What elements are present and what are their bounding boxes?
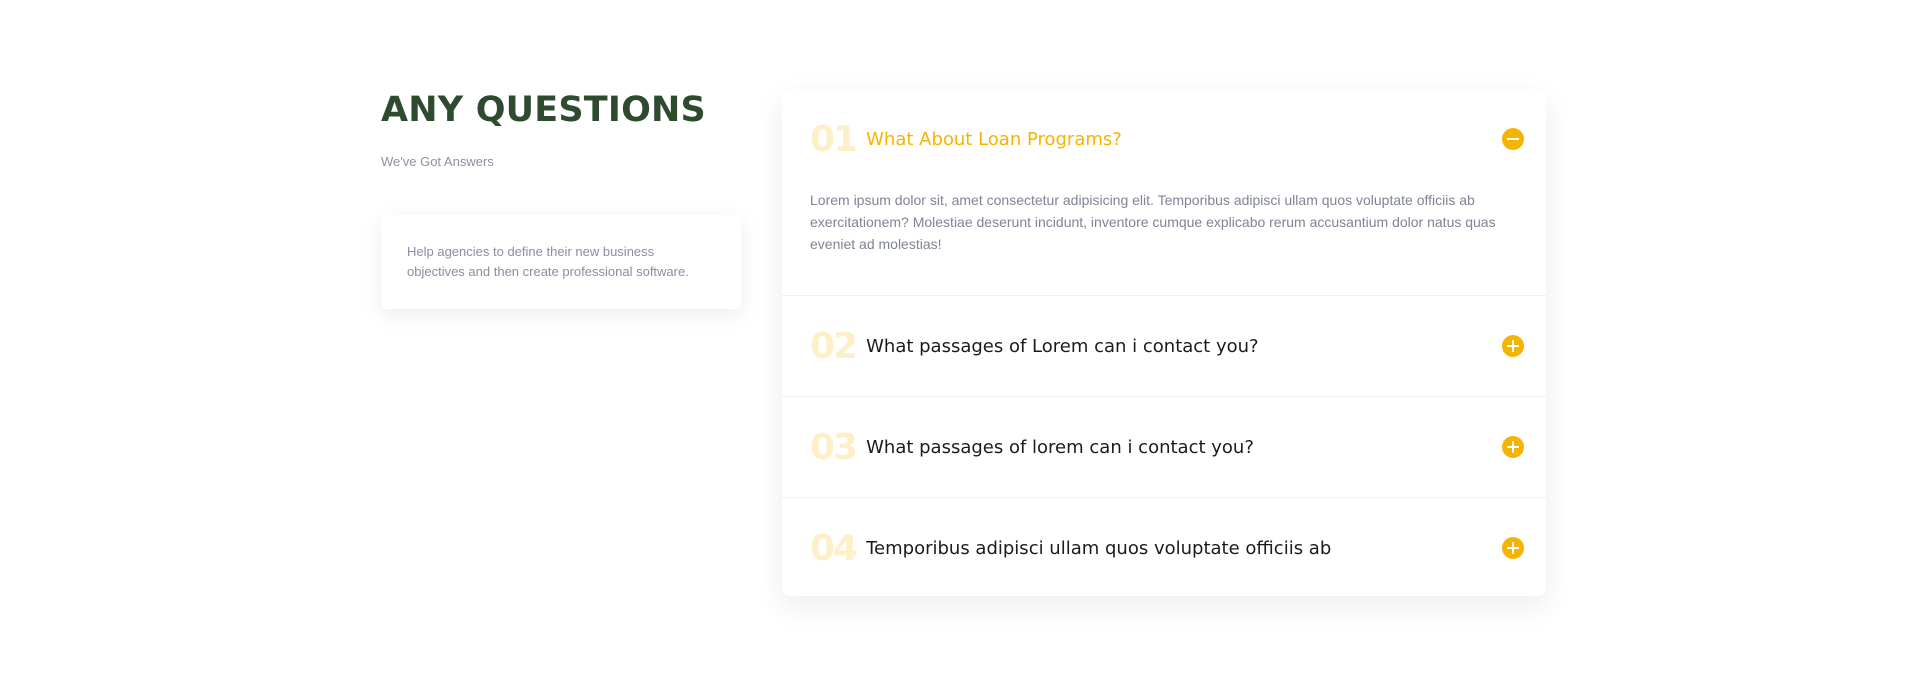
faq-number-2: 02 xyxy=(810,325,858,367)
minus-circle-icon[interactable] xyxy=(1502,128,1524,150)
faq-question-3: What passages of lorem can i contact you… xyxy=(866,436,1254,458)
faq-item-1: 01 What About Loan Programs? Lorem ipsum… xyxy=(782,89,1546,296)
faq-question-2: What passages of Lorem can i contact you… xyxy=(866,335,1259,357)
faq-intro: ANY QUESTIONS We've Got Answers Help age… xyxy=(381,88,743,309)
faq-item-3: 03 What passages of lorem can i contact … xyxy=(782,397,1546,498)
faq-item-2: 02 What passages of Lorem can i contact … xyxy=(782,296,1546,397)
faq-question-4: Temporibus adipisci ullam quos voluptate… xyxy=(866,537,1332,559)
faq-item-4: 04 Temporibus adipisci ullam quos volupt… xyxy=(782,498,1546,596)
faq-question-row-1[interactable]: 01 What About Loan Programs? xyxy=(782,89,1546,189)
faq-answer-1: Lorem ipsum dolor sit, amet consectetur … xyxy=(810,192,1496,252)
faq-number-3: 03 xyxy=(810,426,858,468)
faq-number-4: 04 xyxy=(810,527,858,569)
info-card: Help agencies to define their new busine… xyxy=(381,215,741,309)
faq-question-row-4[interactable]: 04 Temporibus adipisci ullam quos volupt… xyxy=(782,498,1546,596)
section-subtitle: We've Got Answers xyxy=(381,154,494,169)
faq-number-1: 01 xyxy=(810,118,858,160)
faq-section: ANY QUESTIONS We've Got Answers Help age… xyxy=(0,0,1920,683)
faq-question-row-3[interactable]: 03 What passages of lorem can i contact … xyxy=(782,397,1546,497)
plus-circle-icon[interactable] xyxy=(1502,436,1524,458)
plus-circle-icon[interactable] xyxy=(1502,335,1524,357)
section-title: ANY QUESTIONS xyxy=(381,90,706,130)
faq-question-row-2[interactable]: 02 What passages of Lorem can i contact … xyxy=(782,296,1546,396)
faq-question-1: What About Loan Programs? xyxy=(866,128,1122,150)
faq-accordion: 01 What About Loan Programs? Lorem ipsum… xyxy=(782,89,1546,596)
plus-circle-icon[interactable] xyxy=(1502,537,1524,559)
info-card-text: Help agencies to define their new busine… xyxy=(407,244,689,279)
